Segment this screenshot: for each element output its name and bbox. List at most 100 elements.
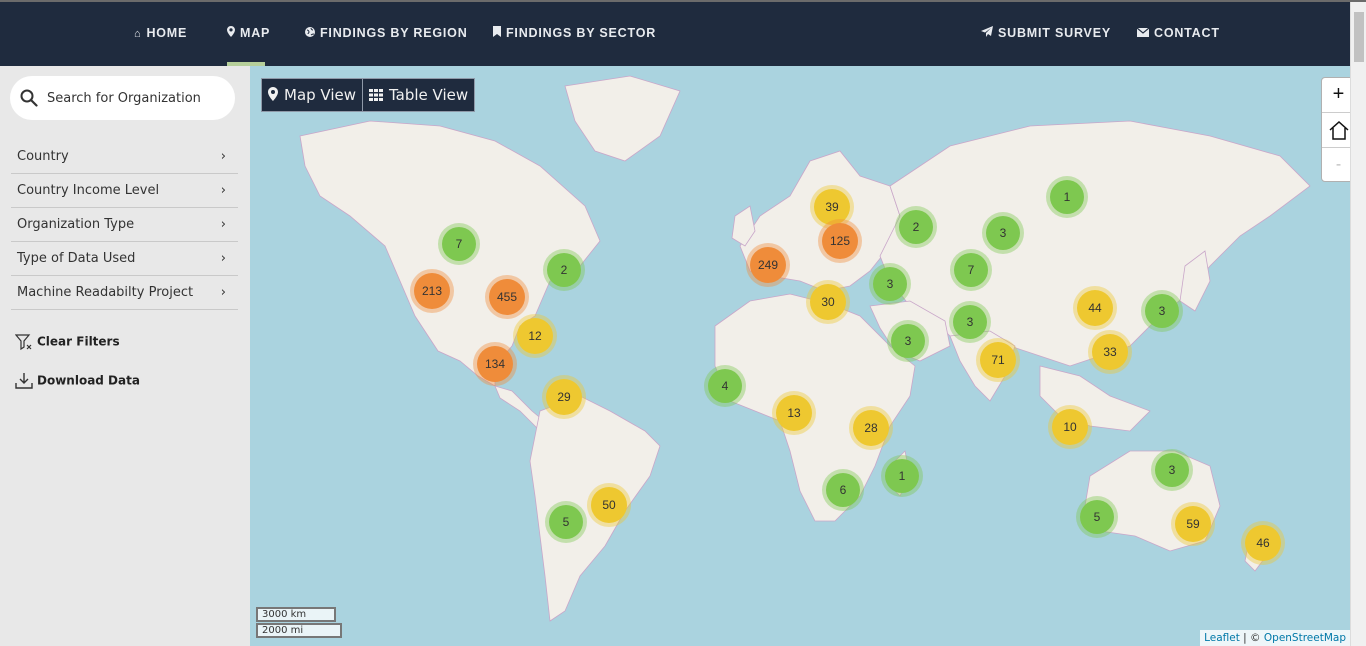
cluster-count: 213 xyxy=(421,284,443,298)
page-scrollbar[interactable] xyxy=(1350,2,1366,646)
cluster-count: 3 xyxy=(999,226,1007,240)
filter-label: Type of Data Used xyxy=(17,251,136,266)
world-map[interactable]: Map View Table View + - 7 2 213 455 12 134 29 5… xyxy=(250,66,1350,646)
chevron-right-icon: › xyxy=(220,217,226,232)
filter-label: Machine Readabilty Project xyxy=(17,285,194,300)
cluster-count: 5 xyxy=(562,515,570,529)
nav-submit-survey[interactable]: SUBMIT SURVEY xyxy=(981,2,1111,66)
scale-mi: 2000 mi xyxy=(256,623,342,638)
cluster-marker[interactable]: 1 xyxy=(1050,180,1084,214)
cluster-count: 249 xyxy=(757,258,779,272)
cluster-marker[interactable]: 213 xyxy=(414,273,450,309)
cluster-count: 59 xyxy=(1186,517,1200,531)
envelope-icon xyxy=(1136,3,1150,65)
table-view-button[interactable]: Table View xyxy=(362,78,476,112)
openstreetmap-link[interactable]: OpenStreetMap xyxy=(1264,632,1346,644)
cluster-count: 28 xyxy=(864,421,878,435)
cluster-count: 12 xyxy=(528,329,542,343)
paper-plane-icon xyxy=(981,3,993,65)
cluster-marker[interactable]: 12 xyxy=(517,318,553,354)
cluster-marker[interactable]: 28 xyxy=(853,410,889,446)
cluster-marker[interactable]: 4 xyxy=(708,369,742,403)
cluster-count: 3 xyxy=(904,334,912,348)
filter-list: Country › Country Income Level › Organiz… xyxy=(11,140,238,310)
cluster-count: 44 xyxy=(1088,301,1102,315)
nav-findings-by-region[interactable]: FINDINGS BY REGION xyxy=(305,2,468,66)
filter-country[interactable]: Country › xyxy=(11,140,238,174)
cluster-count: 13 xyxy=(787,406,801,420)
cluster-marker[interactable]: 3 xyxy=(953,305,987,339)
cluster-marker[interactable]: 134 xyxy=(477,346,513,382)
cluster-count: 71 xyxy=(991,353,1005,367)
cluster-marker[interactable]: 3 xyxy=(986,216,1020,250)
map-view-button[interactable]: Map View xyxy=(261,78,364,112)
cluster-count: 3 xyxy=(1158,304,1166,318)
cluster-marker[interactable]: 50 xyxy=(591,487,627,523)
cluster-count: 30 xyxy=(821,295,835,309)
cluster-marker[interactable]: 455 xyxy=(489,279,525,315)
cluster-marker[interactable]: 1 xyxy=(885,459,919,493)
zoom-control: + - xyxy=(1321,77,1350,182)
cluster-count: 50 xyxy=(602,498,616,512)
bookmark-icon xyxy=(493,3,501,65)
search-icon xyxy=(20,89,38,107)
cluster-marker[interactable]: 33 xyxy=(1092,334,1128,370)
zoom-out-button[interactable]: - xyxy=(1322,148,1350,183)
cluster-marker[interactable]: 30 xyxy=(810,284,846,320)
download-data-button[interactable]: Download Data xyxy=(15,372,140,390)
cluster-marker[interactable]: 6 xyxy=(826,473,860,507)
cluster-count: 5 xyxy=(1093,510,1101,524)
nav-home[interactable]: ⌂ HOME xyxy=(134,2,187,66)
search-input[interactable] xyxy=(45,88,225,108)
globe-icon xyxy=(305,3,315,65)
cluster-marker[interactable]: 7 xyxy=(442,227,476,261)
cluster-marker[interactable]: 2 xyxy=(899,210,933,244)
filter-machine-readability-project[interactable]: Machine Readabilty Project › xyxy=(11,276,238,310)
cluster-marker[interactable]: 46 xyxy=(1245,525,1281,561)
chevron-right-icon: › xyxy=(220,251,226,266)
cluster-marker[interactable]: 29 xyxy=(546,379,582,415)
map-attribution: Leaflet | © OpenStreetMap xyxy=(1200,630,1350,646)
cluster-marker[interactable]: 59 xyxy=(1175,506,1211,542)
cluster-count: 3 xyxy=(1168,463,1176,477)
cluster-marker[interactable]: 10 xyxy=(1052,409,1088,445)
zoom-in-button[interactable]: + xyxy=(1322,78,1350,113)
home-icon: ⌂ xyxy=(134,28,142,40)
zoom-home-button[interactable] xyxy=(1322,113,1350,148)
cluster-marker[interactable]: 71 xyxy=(980,342,1016,378)
scrollbar-thumb[interactable] xyxy=(1354,12,1364,62)
cluster-marker[interactable]: 13 xyxy=(776,395,812,431)
clear-filters-button[interactable]: Clear Filters xyxy=(14,333,120,351)
leaflet-link[interactable]: Leaflet xyxy=(1204,632,1240,644)
cluster-count: 3 xyxy=(966,315,974,329)
cluster-count: 10 xyxy=(1063,420,1077,434)
top-navbar: ⌂ HOME MAP FINDINGS BY REGION FINDINGS BY… xyxy=(0,2,1350,66)
cluster-marker[interactable]: 2 xyxy=(547,253,581,287)
clear-filter-icon xyxy=(14,334,32,351)
cluster-count: 4 xyxy=(721,379,729,393)
cluster-marker[interactable]: 39 xyxy=(814,189,850,225)
cluster-count: 455 xyxy=(496,290,518,304)
cluster-marker[interactable]: 44 xyxy=(1077,290,1113,326)
cluster-marker[interactable]: 3 xyxy=(1145,294,1179,328)
cluster-marker[interactable]: 5 xyxy=(1080,500,1114,534)
cluster-marker[interactable]: 5 xyxy=(549,505,583,539)
cluster-marker[interactable]: 3 xyxy=(873,267,907,301)
filter-type-of-data-used[interactable]: Type of Data Used › xyxy=(11,242,238,276)
cluster-marker[interactable]: 3 xyxy=(1155,453,1189,487)
nav-contact[interactable]: CONTACT xyxy=(1136,2,1220,66)
cluster-marker[interactable]: 249 xyxy=(750,247,786,283)
filter-country-income-level[interactable]: Country Income Level › xyxy=(11,174,238,208)
cluster-count: 7 xyxy=(455,237,463,251)
map-marker-icon xyxy=(227,3,235,65)
filter-organization-type[interactable]: Organization Type › xyxy=(11,208,238,242)
nav-map[interactable]: MAP xyxy=(227,2,270,66)
cluster-count: 2 xyxy=(560,263,568,277)
cluster-count: 1 xyxy=(898,469,906,483)
cluster-count: 3 xyxy=(886,277,894,291)
cluster-marker[interactable]: 7 xyxy=(954,253,988,287)
download-icon xyxy=(15,373,33,389)
cluster-marker[interactable]: 3 xyxy=(891,324,925,358)
nav-findings-by-sector[interactable]: FINDINGS BY SECTOR xyxy=(493,2,656,66)
cluster-marker[interactable]: 125 xyxy=(822,223,858,259)
